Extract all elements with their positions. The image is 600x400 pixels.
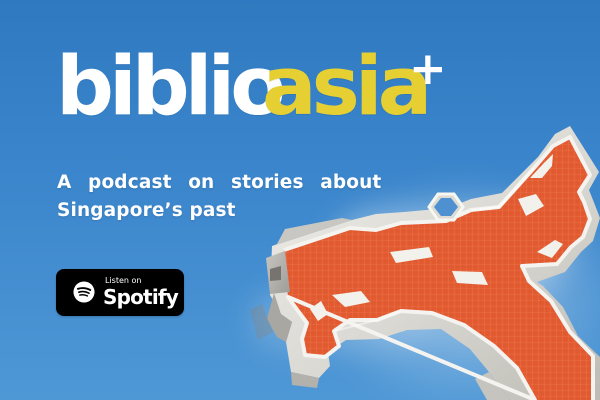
listen-on-label: Listen on	[105, 276, 142, 285]
logo-plus-symbol: +	[409, 42, 447, 95]
podcast-banner: biblio asia + A podcast on stories about…	[0, 0, 600, 400]
dragon-sculpture-icon	[250, 126, 600, 400]
listen-on-spotify-button[interactable]: Listen on Spotify	[56, 269, 184, 316]
logo-biblio-text: biblio	[56, 40, 286, 134]
logo-asia-text: asia	[262, 40, 432, 134]
spotify-wordmark: Spotify	[103, 285, 179, 309]
spotify-icon	[73, 281, 95, 303]
